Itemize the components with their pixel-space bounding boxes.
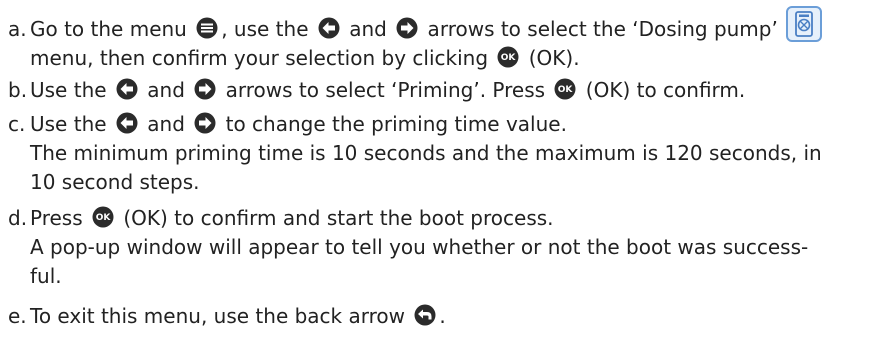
step-e-line-1: e. To exit this menu, use the back arrow … <box>8 302 868 331</box>
ok-button-icon: OK <box>554 78 576 100</box>
step-text: and <box>140 112 192 136</box>
step-a: a. Go to the menu , use the and arrows to… <box>8 6 868 73</box>
step-a-line-2: menu, then confirm your selection by cli… <box>8 44 868 73</box>
step-b: b. Use the and arrows to select ‘Priming’… <box>8 76 868 105</box>
menu-icon <box>196 17 218 39</box>
step-c: c. Use the and to change the priming time… <box>8 110 868 197</box>
instruction-list: a. Go to the menu , use the and arrows to… <box>0 0 882 349</box>
step-e: e. To exit this menu, use the back arrow … <box>8 302 868 331</box>
step-text: and <box>342 17 394 41</box>
step-text: menu, then confirm your selection by cli… <box>30 46 495 70</box>
step-text: to change the priming time value. <box>219 112 567 136</box>
step-c-line-3: 10 second steps. <box>30 170 200 194</box>
step-text: arrows to select the ‘Dosing pump’ <box>421 17 785 41</box>
svg-text:OK: OK <box>501 53 517 63</box>
step-text: (OK) to confirm and start the boot proce… <box>117 206 554 230</box>
step-d-line-2: A pop-up window will appear to tell you … <box>30 235 809 259</box>
left-arrow-icon <box>116 78 138 100</box>
step-text: Press <box>30 206 89 230</box>
step-d: d. Press OK (OK) to confirm and start the… <box>8 204 868 291</box>
step-text: Use the <box>30 112 113 136</box>
step-c-line-2: The minimum priming time is 10 seconds a… <box>30 141 822 165</box>
step-text: and <box>140 78 192 102</box>
left-arrow-icon <box>116 112 138 134</box>
step-text: To exit this menu, use the back arrow <box>30 304 412 328</box>
step-marker: e. <box>8 304 27 328</box>
step-text: arrows to select ‘Priming’. Press <box>219 78 552 102</box>
step-d-line-3: ful. <box>30 264 62 288</box>
svg-text:OK: OK <box>558 85 574 95</box>
svg-text:OK: OK <box>96 213 112 223</box>
step-text: (OK) to confirm. <box>579 78 746 102</box>
step-c-line-1: c. Use the and to change the priming time… <box>8 110 868 139</box>
step-marker: b. <box>8 78 28 102</box>
ok-button-icon: OK <box>92 206 114 228</box>
step-text: , use the <box>221 17 315 41</box>
left-arrow-icon <box>318 17 340 39</box>
ok-button-icon: OK <box>497 46 519 68</box>
step-text: Go to the menu <box>30 17 194 41</box>
step-text: Use the <box>30 78 113 102</box>
right-arrow-icon <box>194 78 216 100</box>
step-text: (OK). <box>522 46 580 70</box>
right-arrow-icon <box>194 112 216 134</box>
back-arrow-icon <box>414 304 436 326</box>
step-a-line-1: a. Go to the menu , use the and arrows to… <box>8 6 868 44</box>
step-text: . <box>439 304 446 328</box>
step-marker: d. <box>8 206 28 230</box>
right-arrow-icon <box>396 17 418 39</box>
step-b-line-1: b. Use the and arrows to select ‘Priming’… <box>8 76 868 105</box>
step-marker: c. <box>8 112 26 136</box>
step-marker: a. <box>8 17 27 41</box>
dosing-pump-menu-icon <box>786 6 823 42</box>
step-d-line-1: d. Press OK (OK) to confirm and start the… <box>8 204 868 233</box>
